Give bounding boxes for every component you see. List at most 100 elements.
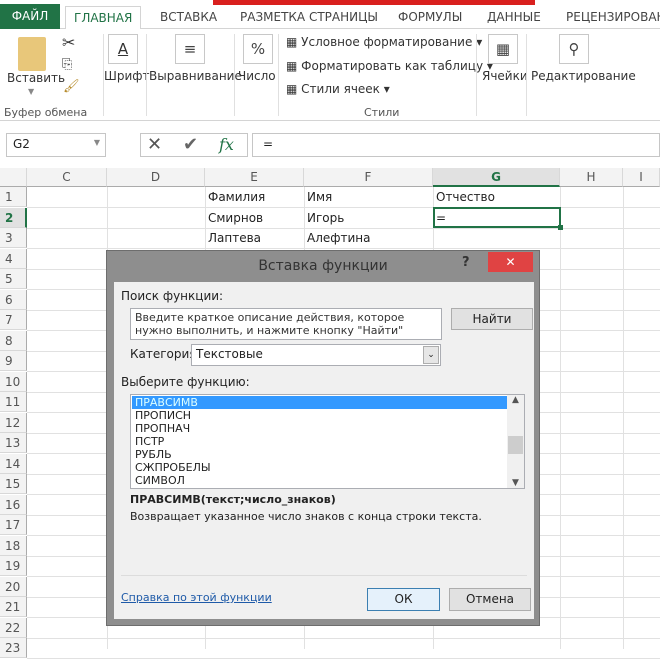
fill-handle[interactable]: [558, 225, 563, 230]
close-button[interactable]: ✕: [488, 252, 533, 272]
list-scrollbar[interactable]: ▲ ▼: [507, 395, 524, 488]
search-label: Поиск функции:: [121, 289, 224, 303]
column-header-h[interactable]: H: [560, 168, 623, 187]
cancel-x-icon[interactable]: ✕: [147, 134, 162, 155]
chevron-down-icon[interactable]: ⌄: [423, 346, 439, 364]
align-icon[interactable]: ≡: [175, 34, 205, 64]
select-all-corner[interactable]: [0, 168, 27, 187]
row-header-4[interactable]: 4: [0, 248, 27, 269]
format-as-table-button[interactable]: ▦ Форматировать как таблицу ▾: [286, 59, 493, 73]
function-list-item[interactable]: ПРОПИСН: [132, 409, 507, 422]
dialog-title: Вставка функции: [258, 258, 388, 274]
chevron-down-icon[interactable]: ▼: [94, 138, 100, 147]
function-list-item[interactable]: РУБЛЬ: [132, 448, 507, 461]
cell-f3[interactable]: Алефтина: [304, 228, 371, 248]
name-box[interactable]: G2 ▼: [6, 133, 106, 157]
cell-f1[interactable]: Имя: [304, 187, 332, 207]
column-header-f[interactable]: F: [304, 168, 433, 187]
cut-icon[interactable]: ✂: [62, 33, 75, 52]
conditional-formatting-icon: ▦: [286, 35, 302, 49]
function-list-item[interactable]: ПРОПНАЧ: [132, 422, 507, 435]
cell-f2[interactable]: Игорь: [304, 208, 344, 228]
row-header-6[interactable]: 6: [0, 289, 27, 310]
paste-icon[interactable]: [18, 37, 46, 71]
row-header-8[interactable]: 8: [0, 330, 27, 351]
cell-e1[interactable]: Фамилия: [205, 187, 265, 207]
row-header-18[interactable]: 18: [0, 535, 27, 556]
function-list-item[interactable]: СИМВОЛ: [132, 474, 507, 487]
find-button[interactable]: Найти: [451, 308, 533, 330]
function-list[interactable]: ПРАВСИМВ ПРОПИСН ПРОПНАЧ ПСТР РУБЛЬ СЖПРОБЕЛЫ…: [130, 394, 525, 489]
tab-page-layout[interactable]: РАЗМЕТКА СТРАНИЦЫ: [240, 6, 378, 29]
chevron-down-icon[interactable]: ▼: [28, 87, 34, 96]
ribbon: Вставить ▼ ✂ ⎘ 🖌 Буфер обмена A Шрифт ≡ …: [0, 29, 660, 121]
column-header-g[interactable]: G: [433, 168, 560, 187]
function-list-item[interactable]: ПСТР: [132, 435, 507, 448]
tab-insert[interactable]: ВСТАВКА: [160, 6, 217, 29]
row-header-1[interactable]: 1: [0, 187, 27, 207]
row-header-15[interactable]: 15: [0, 474, 27, 494]
function-list-item[interactable]: ПРАВСИМВ: [132, 396, 507, 409]
row-header-5[interactable]: 5: [0, 269, 27, 289]
column-header-c[interactable]: C: [27, 168, 107, 187]
tab-review[interactable]: РЕЦЕНЗИРОВАН: [566, 6, 660, 29]
tab-formulas[interactable]: ФОРМУЛЫ: [398, 6, 462, 29]
copy-icon[interactable]: ⎘: [62, 57, 72, 72]
red-highlight-bar: [213, 0, 535, 5]
row-header-9[interactable]: 9: [0, 351, 27, 371]
percent-icon[interactable]: %: [243, 34, 273, 64]
table-icon: ▦: [286, 59, 302, 73]
row-header-3[interactable]: 3: [0, 228, 27, 248]
column-header-d[interactable]: D: [107, 168, 205, 187]
cells-button[interactable]: Ячейки: [482, 69, 528, 83]
row-header-10[interactable]: 10: [0, 371, 27, 392]
row-header-16[interactable]: 16: [0, 494, 27, 515]
find-binoculars-icon[interactable]: ⚲: [559, 34, 589, 64]
column-header-i[interactable]: I: [623, 168, 660, 187]
row-header-7[interactable]: 7: [0, 310, 27, 330]
cells-icon[interactable]: ▦: [488, 34, 518, 64]
cell-e3[interactable]: Лаптева: [205, 228, 261, 248]
tab-file[interactable]: ФАЙЛ: [0, 4, 60, 29]
cell-styles-button[interactable]: ▦ Стили ячеек ▾: [286, 82, 390, 96]
row-header-23[interactable]: 23: [0, 638, 27, 658]
cancel-button[interactable]: Отмена: [449, 588, 531, 611]
column-header-e[interactable]: E: [205, 168, 304, 187]
paste-button[interactable]: Вставить: [7, 71, 65, 85]
row-header-19[interactable]: 19: [0, 556, 27, 576]
scroll-down-icon[interactable]: ▼: [507, 478, 524, 488]
row-header-20[interactable]: 20: [0, 576, 27, 597]
font-button[interactable]: Шрифт: [104, 69, 150, 83]
tab-home[interactable]: ГЛАВНАЯ: [65, 6, 142, 30]
row-header-14[interactable]: 14: [0, 453, 27, 474]
row-header-21[interactable]: 21: [0, 597, 27, 617]
alignment-button[interactable]: Выравнивание: [149, 69, 242, 83]
cell-g1[interactable]: Отчество: [433, 187, 495, 207]
cell-e2[interactable]: Смирнов: [205, 208, 263, 228]
function-list-item[interactable]: СЖПРОБЕЛЫ: [132, 461, 507, 474]
row-header-17[interactable]: 17: [0, 515, 27, 535]
scroll-up-icon[interactable]: ▲: [507, 395, 524, 405]
conditional-formatting-button[interactable]: ▦ Условное форматирование ▾: [286, 35, 482, 49]
row-header-12[interactable]: 12: [0, 412, 27, 433]
row-header-13[interactable]: 13: [0, 433, 27, 453]
search-input[interactable]: Введите краткое описание действия, котор…: [130, 308, 442, 340]
gridline: [27, 248, 660, 249]
formula-input[interactable]: =: [252, 133, 660, 157]
insert-function-dialog: Вставка функции ? ✕ Поиск функции: Введи…: [106, 250, 540, 626]
ok-button[interactable]: ОК: [367, 588, 440, 611]
editing-button[interactable]: Редактирование: [531, 69, 636, 83]
format-painter-icon[interactable]: 🖌: [63, 79, 80, 94]
help-link[interactable]: Справка по этой функции: [121, 591, 272, 604]
font-icon[interactable]: A: [108, 34, 138, 64]
enter-check-icon[interactable]: ✔: [183, 134, 198, 155]
category-select[interactable]: Текстовые ⌄: [191, 344, 441, 366]
tab-data[interactable]: ДАННЫЕ: [487, 6, 541, 29]
insert-function-icon[interactable]: fx: [219, 135, 234, 154]
row-header-22[interactable]: 22: [0, 617, 27, 638]
number-button[interactable]: Число: [238, 69, 276, 83]
row-header-11[interactable]: 11: [0, 392, 27, 412]
help-icon[interactable]: ?: [462, 255, 470, 270]
scrollbar-thumb[interactable]: [508, 436, 523, 454]
row-header-2[interactable]: 2: [0, 207, 27, 228]
